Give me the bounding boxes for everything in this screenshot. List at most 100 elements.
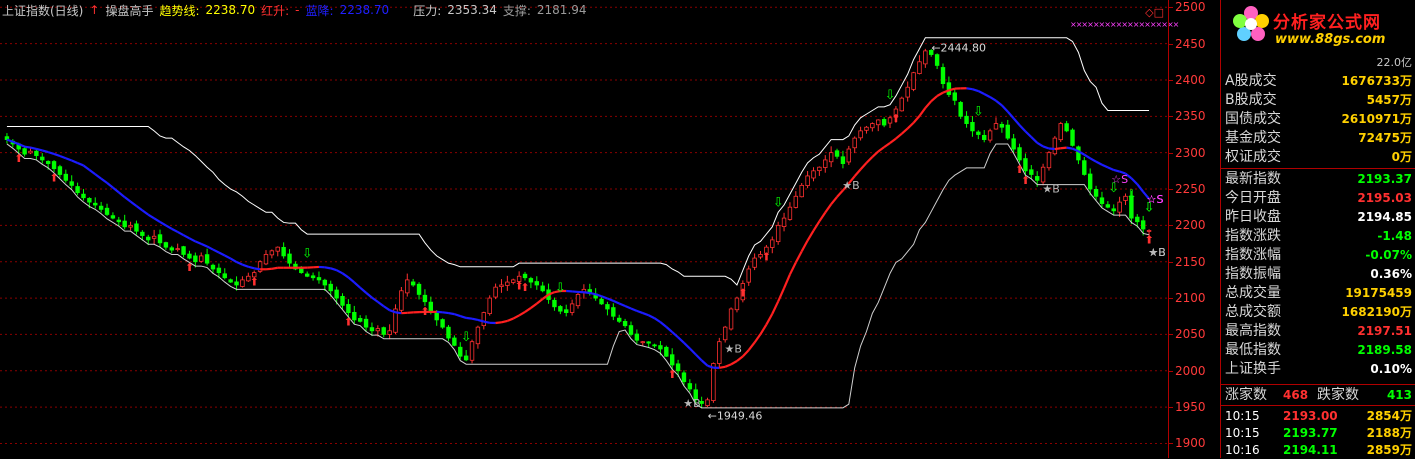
trend-line-segment: [813, 221, 819, 230]
site-logo[interactable]: 分析家公式网 www.88gs.com: [1227, 2, 1413, 54]
candle-body: [641, 342, 645, 343]
trend-line-segment: [690, 349, 696, 355]
quote-row-label: 今日开盘: [1225, 189, 1281, 208]
candle-body: [559, 306, 563, 311]
logo-url[interactable]: www.88gs.com: [1275, 32, 1385, 47]
candle-body: [146, 237, 150, 240]
candle-body: [676, 364, 680, 371]
trend-line-segment: [772, 301, 778, 313]
trend-line-segment: [337, 270, 343, 273]
candle-body: [135, 224, 139, 231]
quote-row-value: -0.07%: [1365, 246, 1412, 265]
divider: [1221, 168, 1415, 169]
candle-body: [105, 208, 109, 214]
trend-line-segment: [484, 322, 490, 323]
buy-arrow-icon: ⬆: [344, 316, 353, 329]
trend-line-segment: [978, 91, 984, 94]
candle-body: [270, 251, 274, 255]
candle-body: [129, 225, 133, 227]
trend-line-segment: [1037, 143, 1043, 147]
candle-body: [1094, 189, 1098, 196]
trend-line-segment: [525, 308, 531, 312]
axis-tick-label: 2050: [1175, 327, 1206, 341]
trend-line-segment: [30, 148, 36, 149]
candle-body: [882, 119, 886, 125]
candle-body: [1059, 124, 1063, 140]
trend-line-segment: [331, 268, 337, 270]
buy-star-label: ★B: [842, 179, 859, 192]
trend-line-segment: [802, 241, 808, 252]
candle-body: [58, 167, 62, 175]
fall-label: 蓝降:: [306, 2, 334, 19]
trend-line-segment: [119, 192, 125, 197]
price-axis: 1900195020002050210021502200225023002350…: [1168, 0, 1221, 458]
quote-row-value: 1682190万: [1342, 303, 1412, 322]
candle-body: [1047, 153, 1051, 168]
indicator-name[interactable]: 操盘高手: [105, 2, 153, 19]
breadth-row: 涨家数 468 跌家数 413: [1221, 386, 1415, 404]
candle-body: [688, 384, 692, 389]
candle-body: [158, 235, 162, 243]
candle-body: [441, 320, 445, 328]
candle-body: [235, 282, 239, 285]
candle-body: [317, 278, 321, 280]
trend-line-segment: [861, 163, 867, 169]
candle-body: [977, 132, 981, 134]
axis-tick-mark: [1169, 334, 1173, 335]
window-controls[interactable]: ◇□: [1145, 6, 1164, 19]
trend-line-segment: [613, 301, 619, 304]
up-count-label: 涨家数: [1225, 386, 1267, 404]
pressure-line: [7, 38, 1149, 285]
candle-body: [194, 256, 198, 262]
chart-canvas[interactable]: ⬆⬆⬆⬆⬆⬆⬆⬆⬆⬆⬆⬆⬆⬆⬆⬆⬆⬆⇩⇩⇩⇩⇩⇩⇩⇩⇩⇩★B★B★B★B★B★B…: [0, 0, 1168, 458]
trend-line-segment: [749, 342, 755, 350]
quote-row-label: 权证成交: [1225, 148, 1281, 167]
trend-line-segment: [931, 96, 937, 101]
candle-body: [40, 157, 44, 160]
quote-row-label: 上证换手: [1225, 360, 1281, 379]
quote-row-value: 19175459: [1345, 284, 1412, 303]
candle-body: [358, 318, 362, 321]
trend-line-segment: [984, 94, 990, 97]
axis-tick-mark: [1169, 225, 1173, 226]
divider: [1221, 384, 1415, 385]
candle-body: [523, 274, 527, 277]
candle-body: [953, 93, 957, 100]
trend-line-segment: [1002, 105, 1008, 111]
candle-body: [965, 116, 969, 123]
trend-line-segment: [513, 315, 519, 318]
candle-body: [111, 216, 115, 218]
candle-body: [812, 171, 816, 178]
candle-body: [164, 243, 168, 248]
trend-line-segment: [266, 269, 272, 270]
candle-body: [205, 255, 209, 264]
kline-chart[interactable]: ⬆⬆⬆⬆⬆⬆⬆⬆⬆⬆⬆⬆⬆⬆⬆⬆⬆⬆⇩⇩⇩⇩⇩⇩⇩⇩⇩⇩★B★B★B★B★B★B…: [0, 0, 1168, 458]
trend-line-segment: [884, 143, 890, 147]
trend-line-segment: [602, 296, 608, 298]
tick-price: 2194.11: [1283, 441, 1338, 459]
candle-body: [841, 157, 845, 164]
quote-row: 最低指数2189.58: [1221, 341, 1415, 360]
candle-body: [670, 355, 674, 365]
candle-body: [500, 285, 504, 287]
candle-body: [900, 98, 904, 111]
axis-tick-label: 2100: [1175, 291, 1206, 305]
trend-line-segment: [819, 212, 825, 221]
quote-row: 总成交额1682190万: [1221, 303, 1415, 322]
candle-body: [935, 55, 939, 66]
candle-body: [188, 254, 192, 258]
trend-line-segment: [142, 210, 148, 214]
trend-line-segment: [25, 147, 31, 148]
candle-body: [1041, 167, 1045, 182]
candle-body: [1024, 159, 1028, 171]
candle-body: [629, 326, 633, 335]
candle-body: [494, 287, 498, 297]
rise-value: -: [295, 3, 299, 17]
tick-time: 10:15: [1225, 424, 1260, 442]
axis-tick-mark: [1169, 262, 1173, 263]
trend-value: 2238.70: [206, 3, 256, 17]
trend-line-segment: [1102, 165, 1108, 168]
trend-line-segment: [631, 309, 637, 311]
index-name[interactable]: 上证指数(日线): [2, 2, 83, 19]
quote-row-label: 指数振幅: [1225, 265, 1281, 284]
